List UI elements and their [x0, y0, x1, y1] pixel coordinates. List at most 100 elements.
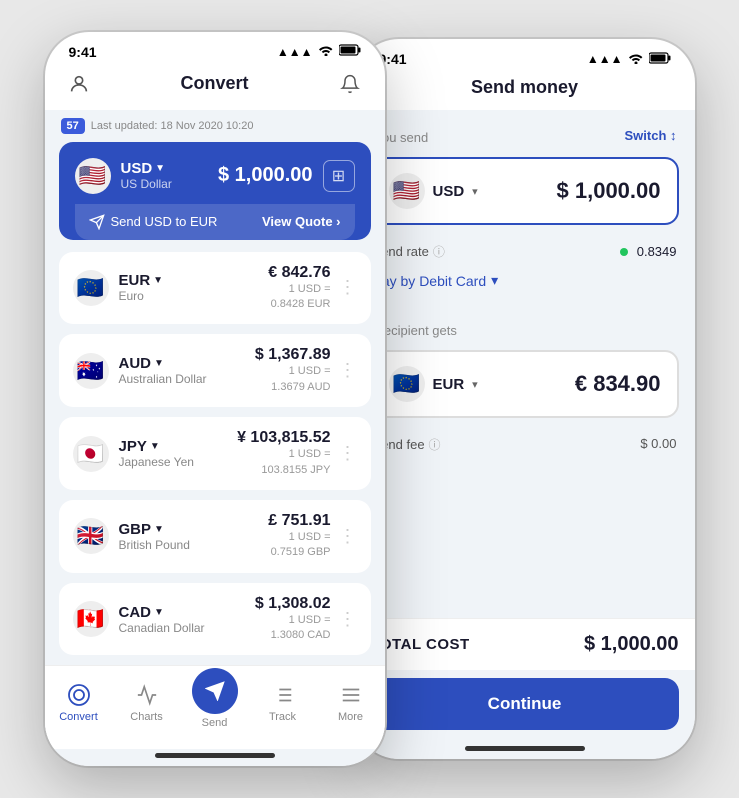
charts-nav-label: Charts: [130, 711, 162, 723]
battery-icon-right: [649, 52, 671, 67]
gbp-menu-icon[interactable]: ⋮: [339, 526, 357, 547]
home-indicator-right: [465, 746, 585, 751]
more-nav-icon: [338, 682, 364, 708]
switch-button[interactable]: Switch ↕: [624, 128, 676, 143]
pay-method-chevron: ▾: [491, 272, 498, 289]
track-nav-icon: [270, 682, 296, 708]
convert-nav-label: Convert: [59, 711, 98, 723]
right-phone: 9:41 ▲▲▲ Send money You send: [355, 39, 695, 759]
view-quote-label[interactable]: View Quote ›: [262, 214, 341, 229]
send-screen: You send Switch ↕ 🇺🇸 USD ▾ $ 1,000.00: [355, 110, 695, 759]
profile-icon[interactable]: [65, 70, 93, 98]
base-currency-amount: $ 1,000.00: [218, 164, 313, 187]
aud-menu-icon[interactable]: ⋮: [339, 360, 357, 381]
send-nav-btn[interactable]: [192, 668, 238, 714]
send-header: Send money: [355, 73, 695, 110]
status-icons-right: ▲▲▲: [587, 52, 671, 67]
send-rate-row: Send rate ⓘ 0.8349: [371, 235, 679, 268]
jpy-menu-icon[interactable]: ⋮: [339, 443, 357, 464]
base-currency-name: US Dollar: [121, 177, 172, 191]
gbp-code[interactable]: GBP ▼: [119, 521, 190, 538]
base-currency-card[interactable]: 🇺🇸 USD ▼ US Dollar $ 1,000.00: [59, 142, 371, 240]
eur-flag: 🇪🇺: [73, 270, 109, 306]
rate-green-dot: [620, 248, 628, 256]
send-currency-selector[interactable]: 🇺🇸 USD ▾: [389, 173, 478, 209]
send-fee-row: Send fee ⓘ $ 0.00: [371, 428, 679, 461]
nav-convert[interactable]: Convert: [52, 682, 106, 723]
usd-flag: 🇺🇸: [75, 158, 111, 194]
status-icons-left: ▲▲▲: [277, 44, 361, 59]
cad-name: Canadian Dollar: [119, 621, 205, 635]
nav-more[interactable]: More: [324, 682, 378, 723]
bell-icon[interactable]: [336, 70, 364, 98]
rate-info-icon: ⓘ: [433, 243, 445, 260]
send-currency-code: USD: [433, 183, 465, 200]
recipient-dropdown-icon[interactable]: ▾: [472, 378, 478, 391]
recipient-card[interactable]: 🇪🇺 EUR ▾ € 834.90: [371, 350, 679, 418]
cad-flag: 🇨🇦: [73, 601, 109, 637]
base-currency-code[interactable]: USD ▼: [121, 160, 172, 177]
aud-name: Australian Dollar: [119, 372, 207, 386]
gbp-amount: £ 751.91: [268, 512, 330, 530]
track-nav-label: Track: [269, 711, 296, 723]
send-amount: $ 1,000.00: [557, 178, 661, 204]
home-indicator-left: [155, 753, 275, 758]
recipient-currency-selector[interactable]: 🇪🇺 EUR ▾: [389, 366, 478, 402]
nav-send[interactable]: Send: [188, 676, 242, 729]
update-badge: 57: [61, 118, 85, 134]
jpy-rate: 1 USD =103.8155 JPY: [237, 447, 330, 478]
time-left: 9:41: [69, 44, 97, 60]
wifi-icon-right: [628, 52, 644, 67]
send-usd-flag: 🇺🇸: [389, 173, 425, 209]
convert-screen: 57 Last updated: 18 Nov 2020 10:20 🇺🇸 US…: [45, 110, 385, 767]
battery-icon: [339, 44, 361, 59]
eur-amount: € 842.76: [268, 264, 330, 282]
cad-card[interactable]: 🇨🇦 CAD ▼ Canadian Dollar $ 1,308.02 1 US…: [59, 583, 371, 656]
convert-nav-icon: [66, 682, 92, 708]
eur-menu-icon[interactable]: ⋮: [339, 277, 357, 298]
cad-code[interactable]: CAD ▼: [119, 604, 205, 621]
aud-amount: $ 1,367.89: [255, 346, 331, 364]
pay-method-row[interactable]: Pay by Debit Card ▾: [371, 268, 679, 297]
aud-code[interactable]: AUD ▼: [119, 355, 207, 372]
aud-rate: 1 USD =1.3679 AUD: [255, 364, 331, 395]
wifi-icon: [318, 44, 334, 59]
recipient-label: Recipient gets: [373, 313, 459, 344]
currency-dropdown-icon[interactable]: ▾: [472, 185, 478, 198]
eur-card[interactable]: 🇪🇺 EUR ▼ Euro € 842.76 1 USD =0.8428 EUR: [59, 252, 371, 325]
status-bar-left: 9:41 ▲▲▲: [45, 32, 385, 66]
total-cost-amount: $ 1,000.00: [584, 633, 679, 656]
aud-card[interactable]: 🇦🇺 AUD ▼ Australian Dollar $ 1,367.89 1 …: [59, 334, 371, 407]
nav-charts[interactable]: Charts: [120, 682, 174, 723]
total-cost-label: TOTAL COST: [371, 636, 470, 653]
pay-method-label: Pay by Debit Card: [373, 273, 487, 289]
signal-icon: ▲▲▲: [277, 45, 313, 59]
recipient-eur-flag: 🇪🇺: [389, 366, 425, 402]
aud-flag: 🇦🇺: [73, 353, 109, 389]
recipient-currency-code: EUR: [433, 376, 465, 393]
eur-code[interactable]: EUR ▼: [119, 272, 164, 289]
continue-button[interactable]: Continue: [371, 678, 679, 730]
gbp-card[interactable]: 🇬🇧 GBP ▼ British Pound £ 751.91 1 USD =0…: [59, 500, 371, 573]
recipient-amount: € 834.90: [575, 371, 661, 397]
send-quote-bar[interactable]: Send USD to EUR View Quote ›: [75, 204, 355, 240]
recipient-section: Recipient gets 🇪🇺 EUR ▾ € 834.90: [371, 303, 679, 418]
nav-track[interactable]: Track: [256, 682, 310, 723]
recipient-header: Recipient gets: [371, 303, 679, 350]
send-title: Send money: [471, 77, 578, 98]
jpy-card[interactable]: 🇯🇵 JPY ▼ Japanese Yen ¥ 103,815.52 1 USD…: [59, 417, 371, 490]
send-rate-value: 0.8349: [620, 244, 676, 259]
cad-menu-icon[interactable]: ⋮: [339, 609, 357, 630]
left-phone: 9:41 ▲▲▲ Convert: [45, 32, 385, 767]
send-label: Send USD to EUR: [111, 214, 218, 229]
you-send-card[interactable]: 🇺🇸 USD ▾ $ 1,000.00: [371, 157, 679, 225]
jpy-amount: ¥ 103,815.52: [237, 429, 330, 447]
convert-header: Convert: [45, 66, 385, 110]
cad-amount: $ 1,308.02: [255, 595, 331, 613]
calculator-icon[interactable]: ⊞: [323, 160, 355, 192]
jpy-code[interactable]: JPY ▼: [119, 438, 194, 455]
jpy-name: Japanese Yen: [119, 455, 194, 469]
currency-list: 🇪🇺 EUR ▼ Euro € 842.76 1 USD =0.8428 EUR: [59, 252, 371, 656]
more-nav-label: More: [338, 711, 363, 723]
last-updated-bar: 57 Last updated: 18 Nov 2020 10:20: [59, 110, 371, 142]
